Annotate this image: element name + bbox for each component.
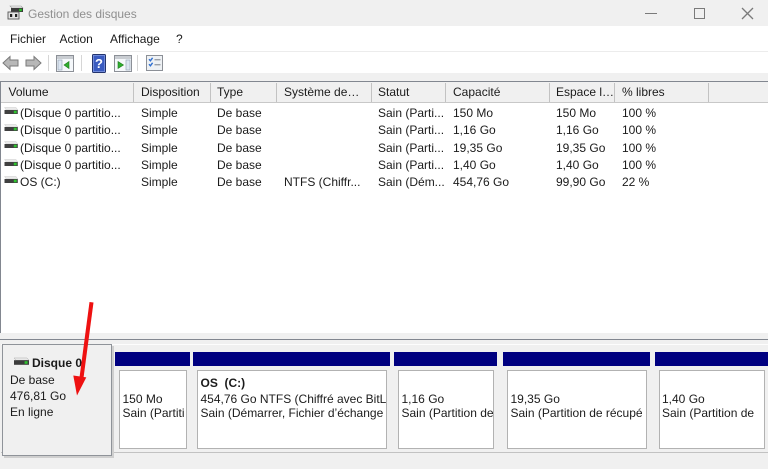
svg-text:?: ? xyxy=(95,56,103,71)
